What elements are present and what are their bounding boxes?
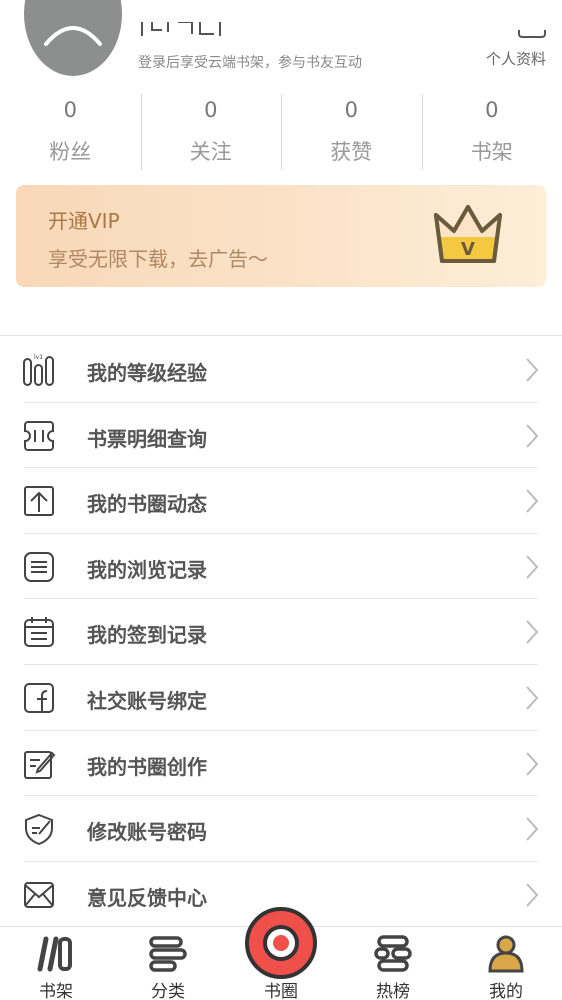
menu-list: lv1 我的等级经验 书票明细查询 我的书圈动态 我的浏览记录 我的签到记录 社…: [0, 337, 562, 927]
menu-item-history[interactable]: 我的浏览记录: [0, 534, 562, 600]
menu-label: 社交账号绑定: [87, 688, 207, 713]
chevron-right-icon: [526, 423, 539, 448]
tab-ranking[interactable]: 热榜: [337, 927, 449, 1000]
profile-header: 登录后享受云端书架，参与书友互动 个人资料: [0, 0, 562, 90]
stats-row: 0 粉丝 0 关注 0 获赞 0 书架: [0, 92, 562, 170]
circle-icon[interactable]: [244, 906, 318, 980]
stat-label: 获赞: [330, 140, 373, 164]
profile-link[interactable]: 个人资料: [486, 48, 546, 69]
profile-edit-icon[interactable]: [518, 30, 546, 38]
menu-item-level[interactable]: lv1 我的等级经验: [0, 337, 562, 403]
envelope-icon: [24, 881, 54, 908]
chevron-right-icon: [526, 358, 539, 382]
upload-arrow-icon: [24, 486, 54, 517]
bookshelf-icon: [37, 936, 72, 972]
menu-item-password[interactable]: 修改账号密码: [0, 796, 562, 862]
stat-fans[interactable]: 0 粉丝: [0, 92, 141, 170]
menu-item-social-binding[interactable]: 社交账号绑定: [0, 665, 562, 731]
menu-label: 我的书圈创作: [87, 754, 207, 779]
chevron-right-icon: [526, 620, 539, 645]
document-lines-icon: [24, 551, 54, 582]
menu-label: 意见反馈中心: [87, 885, 207, 910]
ticket-icon: [24, 420, 54, 451]
tab-mine[interactable]: 我的: [450, 927, 562, 1000]
menu-item-checkin[interactable]: 我的签到记录: [0, 599, 562, 665]
tab-label: 热榜: [376, 982, 410, 1000]
tab-label: 书架: [39, 982, 73, 1000]
profile-icon: [488, 935, 524, 973]
menu-label: 修改账号密码: [87, 820, 207, 845]
stat-value: 0: [485, 98, 499, 122]
tab-label: 我的: [489, 982, 523, 1000]
stat-label: 粉丝: [49, 140, 92, 164]
stat-value: 0: [204, 98, 218, 122]
menu-label: 我的书圈动态: [87, 492, 207, 517]
vip-title: 开通VIP: [48, 209, 120, 233]
tab-category[interactable]: 分类: [112, 927, 224, 1000]
edit-note-icon: [24, 750, 56, 779]
stat-value: 0: [344, 98, 358, 122]
stat-label: 关注: [189, 140, 232, 164]
chevron-right-icon: [526, 751, 539, 776]
stat-bookshelf[interactable]: 0 书架: [421, 92, 562, 170]
shield-edit-icon: [25, 814, 53, 846]
level-bars-icon: lv1: [23, 354, 54, 386]
menu-label: 我的浏览记录: [87, 557, 207, 582]
chevron-right-icon: [526, 817, 539, 841]
username-clipped: [138, 22, 228, 38]
chevron-right-icon: [526, 883, 539, 907]
stat-label: 书架: [470, 140, 513, 164]
stat-likes[interactable]: 0 获赞: [281, 92, 422, 170]
login-tip: 登录后享受云端书架，参与书友互动: [138, 55, 362, 71]
vip-badge-letter: V: [461, 239, 475, 260]
section-divider: [0, 335, 562, 336]
vip-subtitle: 享受无限下载，去广告～: [48, 247, 268, 271]
menu-item-ticket[interactable]: 书票明细查询: [0, 403, 562, 469]
menu-item-circle-activity[interactable]: 我的书圈动态: [0, 468, 562, 534]
tab-bookshelf[interactable]: 书架: [0, 927, 112, 1000]
category-icon: [149, 936, 187, 972]
menu-label: 我的等级经验: [87, 361, 207, 385]
level-icon-text: lv1: [34, 354, 43, 361]
calendar-icon: [24, 617, 54, 648]
stat-value: 0: [63, 98, 77, 122]
facebook-icon: [24, 682, 54, 713]
tab-label: 分类: [151, 982, 185, 1000]
ranking-icon: [374, 935, 412, 972]
menu-label: 书票明细查询: [87, 426, 207, 451]
vip-banner[interactable]: 开通VIP 享受无限下载，去广告～ V: [16, 185, 546, 287]
chevron-right-icon: [526, 555, 539, 579]
crown-icon: V: [434, 205, 502, 263]
stat-following[interactable]: 0 关注: [140, 92, 282, 170]
chevron-right-icon: [526, 489, 539, 513]
menu-label: 我的签到记录: [87, 623, 207, 648]
avatar[interactable]: [24, 0, 122, 76]
menu-item-creation[interactable]: 我的书圈创作: [0, 731, 562, 797]
chevron-right-icon: [526, 686, 539, 710]
tab-label: 书圈: [264, 982, 298, 1000]
